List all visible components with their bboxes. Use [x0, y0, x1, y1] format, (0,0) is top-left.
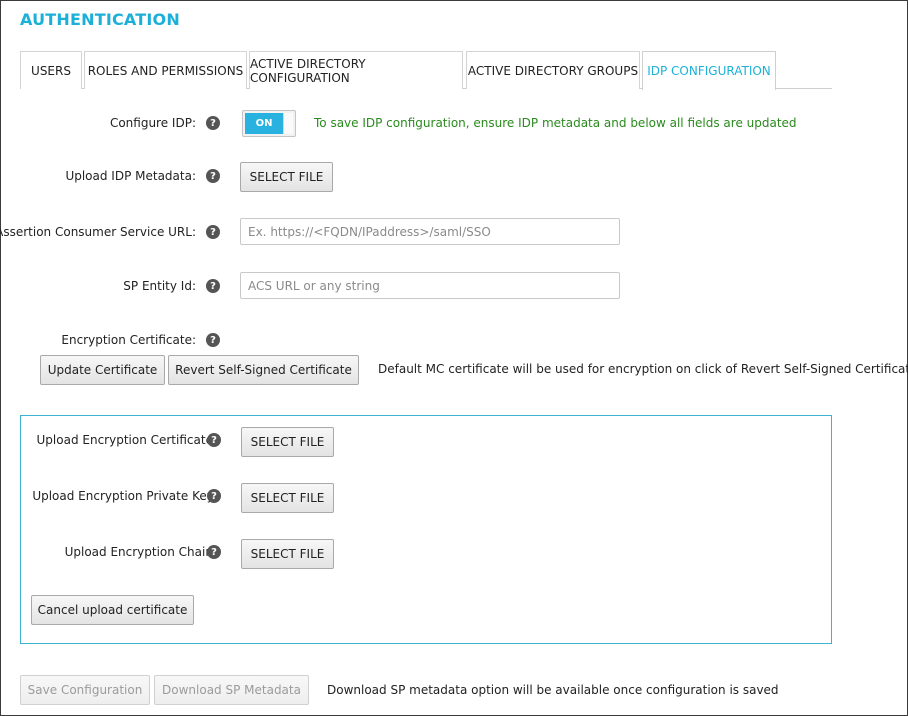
upload-idp-metadata-label: Upload IDP Metadata:: [65, 169, 196, 183]
app-window: AUTHENTICATION USERS ROLES AND PERMISSIO…: [0, 0, 908, 716]
encryption-certificate-label: Encryption Certificate:: [61, 333, 196, 347]
select-encryption-chain-button[interactable]: SELECT FILE: [241, 539, 334, 569]
select-idp-metadata-file-button[interactable]: SELECT FILE: [240, 162, 333, 192]
help-icon[interactable]: ?: [207, 545, 221, 559]
upload-certificate-panel: Upload Encryption Certificate: ? SELECT …: [20, 415, 832, 644]
revert-self-signed-certificate-button[interactable]: Revert Self-Signed Certificate: [168, 355, 359, 385]
select-encryption-private-key-button[interactable]: SELECT FILE: [241, 483, 334, 513]
acs-url-input[interactable]: [240, 218, 620, 245]
configure-idp-note: To save IDP configuration, ensure IDP me…: [314, 116, 797, 130]
toggle-knob: [283, 113, 293, 134]
upload-encryption-private-key-label: Upload Encryption Private Key:: [32, 489, 217, 503]
select-encryption-certificate-button[interactable]: SELECT FILE: [241, 427, 334, 457]
upload-encryption-chain-label: Upload Encryption Chain:: [64, 545, 217, 559]
configure-idp-toggle[interactable]: ON: [242, 110, 296, 137]
sp-entity-id-input[interactable]: [240, 272, 620, 299]
tab-active-directory-configuration[interactable]: ACTIVE DIRECTORY CONFIGURATION: [249, 51, 463, 89]
tab-active-directory-groups[interactable]: ACTIVE DIRECTORY GROUPS: [466, 51, 640, 89]
help-icon[interactable]: ?: [206, 333, 220, 347]
tab-idp-configuration[interactable]: IDP CONFIGURATION: [642, 51, 776, 90]
help-icon[interactable]: ?: [207, 433, 221, 447]
upload-encryption-certificate-label: Upload Encryption Certificate:: [36, 433, 217, 447]
tab-roles-and-permissions[interactable]: ROLES AND PERMISSIONS: [84, 51, 247, 89]
help-icon[interactable]: ?: [206, 116, 220, 130]
acs-url-label: Assertion Consumer Service URL:: [0, 225, 196, 239]
save-configuration-button[interactable]: Save Configuration: [20, 675, 150, 705]
tab-bar: USERS ROLES AND PERMISSIONS ACTIVE DIREC…: [20, 51, 832, 90]
help-icon[interactable]: ?: [206, 169, 220, 183]
update-certificate-button[interactable]: Update Certificate: [40, 355, 165, 385]
tab-users[interactable]: USERS: [20, 51, 82, 89]
configure-idp-label: Configure IDP:: [109, 116, 196, 130]
help-icon[interactable]: ?: [207, 489, 221, 503]
revert-certificate-note: Default MC certificate will be used for …: [378, 362, 908, 376]
toggle-on-label: ON: [245, 113, 283, 134]
cancel-upload-certificate-button[interactable]: Cancel upload certificate: [31, 595, 194, 625]
download-sp-metadata-button[interactable]: Download SP Metadata: [154, 675, 309, 705]
help-icon[interactable]: ?: [206, 279, 220, 293]
page-title: AUTHENTICATION: [20, 10, 180, 29]
sp-entity-id-label: SP Entity Id:: [123, 279, 196, 293]
help-icon[interactable]: ?: [206, 225, 220, 239]
download-sp-metadata-note: Download SP metadata option will be avai…: [327, 683, 779, 697]
